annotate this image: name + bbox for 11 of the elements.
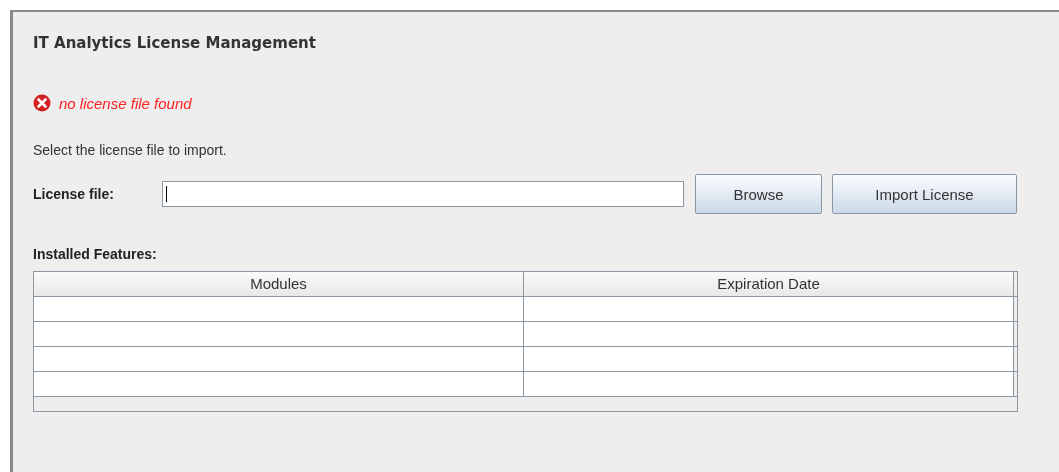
- panel-title: IT Analytics License Management: [33, 34, 317, 54]
- error-icon: [33, 94, 51, 112]
- import-license-button[interactable]: Import License: [832, 174, 1017, 214]
- section-label: Installed Features:: [33, 246, 158, 264]
- instruction-text: Select the license file to import.: [33, 142, 228, 160]
- field-label: License file:: [33, 186, 115, 202]
- column-header[interactable]: Modules: [34, 272, 524, 296]
- column-header[interactable]: Expiration Date: [524, 272, 1014, 296]
- error-message: no license file found: [59, 94, 192, 112]
- browse-button[interactable]: Browse: [695, 174, 822, 214]
- license-file-field[interactable]: [162, 181, 684, 207]
